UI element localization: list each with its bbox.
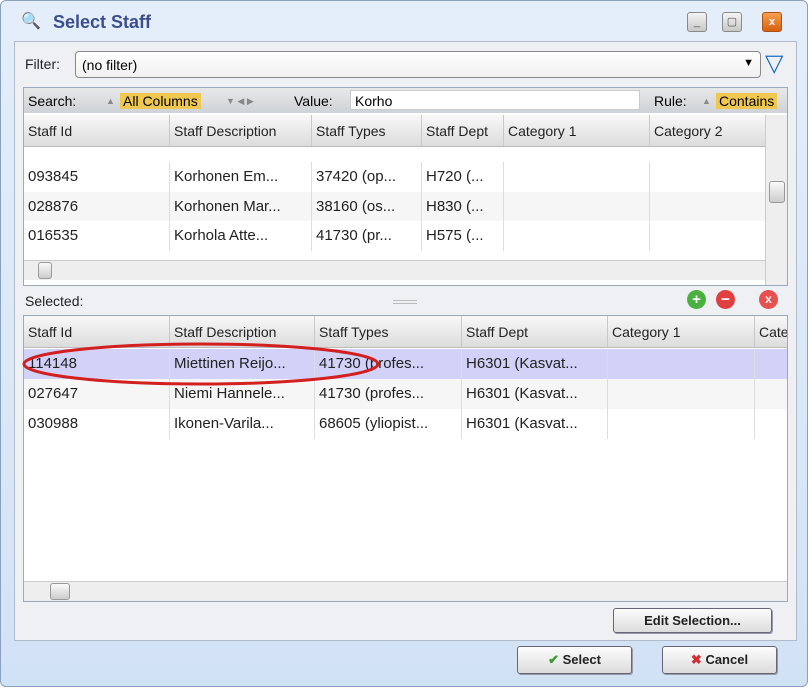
checkmark-icon: ✔ bbox=[548, 652, 559, 667]
select-label: Select bbox=[562, 652, 601, 667]
cross-icon: ✖ bbox=[690, 652, 702, 667]
select-button[interactable]: ✔ Select bbox=[517, 646, 632, 674]
cancel-label: Cancel bbox=[705, 652, 749, 667]
cancel-button[interactable]: ✖ Cancel bbox=[662, 646, 777, 674]
edit-selection-button[interactable]: Edit Selection... bbox=[613, 608, 772, 633]
select-staff-dialog: 🔍 Select Staff _ ▢ x Filter: (no filter)… bbox=[0, 0, 808, 687]
red-annotation-ellipse bbox=[22, 342, 380, 386]
